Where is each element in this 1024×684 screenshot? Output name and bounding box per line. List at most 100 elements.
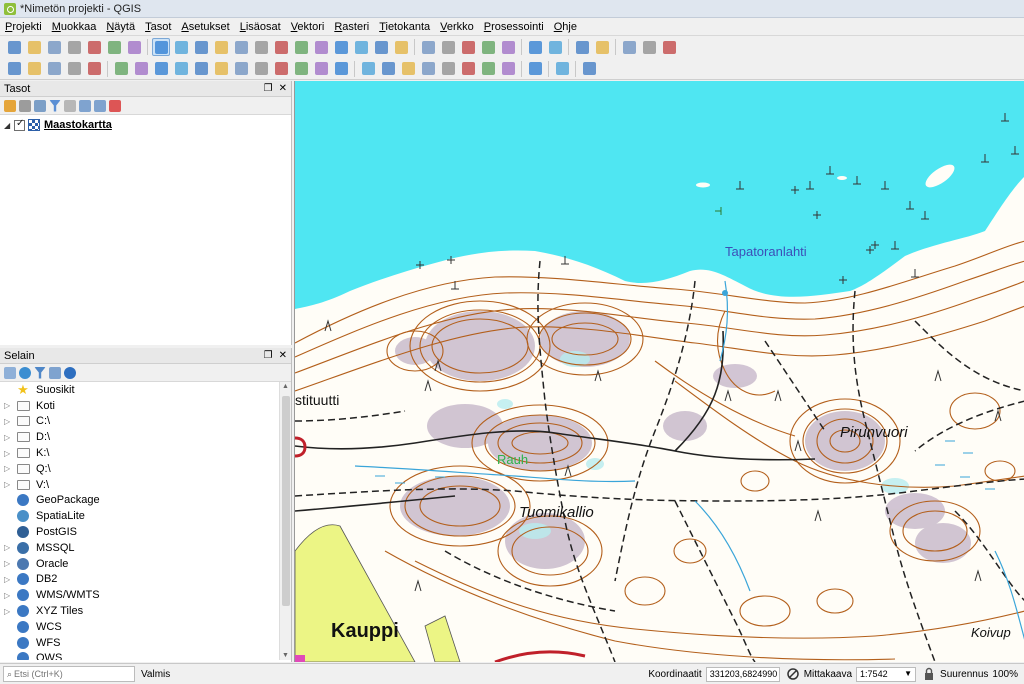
expand-all-icon[interactable]	[79, 99, 91, 112]
browser-item-wfs[interactable]: WFS	[0, 635, 291, 651]
layer-style-icon[interactable]	[4, 99, 16, 112]
browser-item-wcs[interactable]: WCS	[0, 619, 291, 635]
collapse-icon[interactable]: ◢	[4, 121, 14, 130]
expand-arrow-icon[interactable]: ▷	[4, 401, 16, 410]
layer-diagram-button[interactable]	[379, 60, 397, 78]
toggle-editing-button[interactable]	[132, 60, 150, 78]
expand-arrow-icon[interactable]: ▷	[4, 543, 16, 552]
delete-selected-button[interactable]	[232, 60, 250, 78]
properties-icon[interactable]	[64, 366, 76, 379]
browser-item-k[interactable]: ▷ K:\	[0, 445, 291, 461]
menu-muokkaa[interactable]: Muokkaa	[47, 21, 102, 33]
browser-item-d[interactable]: ▷ D:\	[0, 429, 291, 445]
new-bookmark-button[interactable]	[352, 38, 370, 56]
zoom-native-button[interactable]	[232, 38, 250, 56]
label-toolbar-button[interactable]	[359, 60, 377, 78]
measure-button[interactable]	[620, 38, 638, 56]
deselect-button[interactable]	[499, 38, 517, 56]
modify-attributes-button[interactable]	[212, 60, 230, 78]
menu-nayta[interactable]: Näytä	[101, 21, 140, 33]
menu-ohje[interactable]: Ohje	[549, 21, 582, 33]
digitize-button[interactable]	[172, 60, 190, 78]
collapse-all-icon[interactable]	[94, 99, 106, 112]
close-panel-icon[interactable]: ✕	[279, 83, 287, 94]
undo-button[interactable]	[312, 60, 330, 78]
menu-tasot[interactable]: Tasot	[140, 21, 176, 33]
scroll-down-icon[interactable]: ▼	[282, 652, 289, 659]
add-group-icon[interactable]	[19, 99, 31, 112]
add-layers-icon[interactable]	[4, 366, 16, 379]
refresh-icon[interactable]	[19, 366, 31, 379]
pin-label-button[interactable]	[419, 60, 437, 78]
layer-item-maastokartta[interactable]: ◢ Maastokartta	[0, 117, 291, 133]
current-edits-button[interactable]	[112, 60, 130, 78]
menu-tietokanta[interactable]: Tietokanta	[374, 21, 435, 33]
float-panel-icon[interactable]: ❐	[264, 83, 273, 94]
redo-button[interactable]	[332, 60, 350, 78]
run-action-button[interactable]	[439, 38, 457, 56]
expand-arrow-icon[interactable]: ▷	[4, 607, 16, 616]
menu-verkko[interactable]: Verkko	[435, 21, 479, 33]
expand-arrow-icon[interactable]: ▷	[4, 591, 16, 600]
expand-arrow-icon[interactable]: ▷	[4, 559, 16, 568]
browser-scrollbar[interactable]: ▲ ▼	[279, 382, 291, 660]
layer-visibility-checkbox[interactable]	[14, 118, 25, 131]
browser-item-ows[interactable]: OWS	[0, 651, 291, 660]
rotate-label-button[interactable]	[479, 60, 497, 78]
paste-features-button[interactable]	[292, 60, 310, 78]
attribute-table-button[interactable]	[526, 38, 544, 56]
annotation-button[interactable]	[640, 38, 658, 56]
expand-arrow-icon[interactable]: ▷	[4, 575, 16, 584]
pan-button[interactable]	[152, 38, 170, 56]
identify-button[interactable]	[419, 38, 437, 56]
statistics-button[interactable]	[593, 38, 611, 56]
zoom-full-button[interactable]	[252, 38, 270, 56]
scroll-thumb[interactable]	[282, 396, 290, 606]
expand-arrow-icon[interactable]: ▷	[4, 464, 16, 473]
menu-vektori[interactable]: Vektori	[286, 21, 330, 33]
add-wms-button[interactable]	[85, 60, 103, 78]
browser-item-oracle[interactable]: ▷ Oracle	[0, 556, 291, 572]
filter-legend-icon[interactable]	[49, 99, 61, 112]
browser-item-v[interactable]: ▷ V:\	[0, 477, 291, 493]
globe-button[interactable]	[526, 60, 544, 78]
menu-lisaosat[interactable]: Lisäosat	[235, 21, 286, 33]
show-bookmarks-button[interactable]	[372, 38, 390, 56]
print-layout-button[interactable]	[85, 38, 103, 56]
save-edits-button[interactable]	[152, 60, 170, 78]
locator-search[interactable]: ⌕	[3, 666, 135, 682]
menu-prosessointi[interactable]: Prosessointi	[479, 21, 549, 33]
style-manager-button[interactable]	[125, 38, 143, 56]
refresh-button[interactable]	[392, 38, 410, 56]
magnifier-value[interactable]: 100%	[992, 669, 1018, 680]
expand-arrow-icon[interactable]: ▷	[4, 433, 16, 442]
cut-features-button[interactable]	[252, 60, 270, 78]
help-button[interactable]	[580, 60, 598, 78]
coordinate-field[interactable]: 331203,6824990	[705, 666, 780, 682]
expand-arrow-icon[interactable]: ▷	[4, 480, 16, 489]
pan-to-selection-button[interactable]	[172, 38, 190, 56]
select-features-button[interactable]	[459, 38, 477, 56]
scroll-up-icon[interactable]: ▲	[282, 383, 289, 390]
zoom-layer-button[interactable]	[292, 38, 310, 56]
filter-icon[interactable]	[34, 366, 46, 379]
layout-manager-button[interactable]	[105, 38, 123, 56]
expand-arrow-icon[interactable]: ▷	[4, 449, 16, 458]
save-project-button[interactable]	[45, 38, 63, 56]
close-panel-icon[interactable]: ✕	[279, 350, 287, 361]
move-label-button[interactable]	[459, 60, 477, 78]
locator-input[interactable]	[14, 669, 125, 679]
highlight-label-button[interactable]	[399, 60, 417, 78]
browser-item-db2[interactable]: ▷ DB2	[0, 572, 291, 588]
change-label-button[interactable]	[499, 60, 517, 78]
save-as-button[interactable]	[65, 38, 83, 56]
python-button[interactable]	[553, 60, 571, 78]
browser-item-geopackage[interactable]: GeoPackage	[0, 493, 291, 509]
zoom-selection-button[interactable]	[272, 38, 290, 56]
map-canvas[interactable]: Tapatoranlahti stituutti Pirunvuori Rauh…	[294, 81, 1024, 662]
show-hide-label-button[interactable]	[439, 60, 457, 78]
add-raster-button[interactable]	[25, 60, 43, 78]
browser-item-koti[interactable]: ▷ Koti	[0, 398, 291, 414]
zoom-out-button[interactable]	[212, 38, 230, 56]
scale-field[interactable]: 1:7542 ▼	[856, 666, 917, 682]
